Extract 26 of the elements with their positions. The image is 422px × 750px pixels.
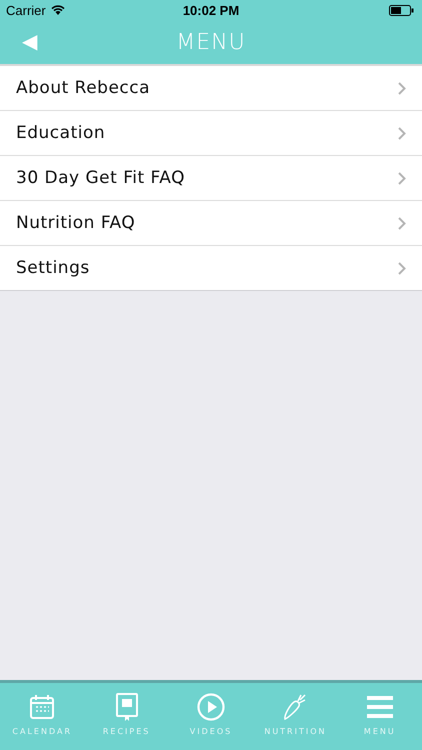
chevron-icon xyxy=(398,82,406,94)
tab-button[interactable]: RECIPES xyxy=(84,683,169,750)
menu-item[interactable]: Settings xyxy=(0,246,422,290)
battery-icon xyxy=(389,4,414,16)
tab-button[interactable]: NUTRITION xyxy=(253,683,338,750)
screen-title: MENU xyxy=(176,30,246,54)
tab-button[interactable]: VIDEOS xyxy=(168,683,254,750)
back-button[interactable]: ◀ xyxy=(0,32,37,52)
clock-time: 10:02 PM xyxy=(182,2,240,18)
chevron-icon xyxy=(398,126,406,140)
menu-item[interactable]: About Rebecca xyxy=(0,66,422,111)
menu-icon xyxy=(366,693,393,721)
menu-item[interactable]: Nutrition FAQ xyxy=(0,201,422,246)
menu-item[interactable]: Education xyxy=(0,111,422,156)
calendar-icon xyxy=(29,693,56,721)
carrot-icon xyxy=(282,693,308,721)
book-icon xyxy=(116,693,138,721)
chevron-icon xyxy=(398,172,406,184)
play-icon xyxy=(197,693,226,721)
tab-button[interactable]: CALENDAR xyxy=(0,683,84,750)
wifi-icon xyxy=(50,5,65,15)
carrier-text: Carrier xyxy=(6,2,46,18)
menu-item[interactable]: 30 Day Get Fit FAQ xyxy=(0,156,422,201)
chevron-icon xyxy=(398,262,406,274)
chevron-icon xyxy=(398,216,406,230)
tab-button[interactable]: MENU xyxy=(338,683,422,750)
